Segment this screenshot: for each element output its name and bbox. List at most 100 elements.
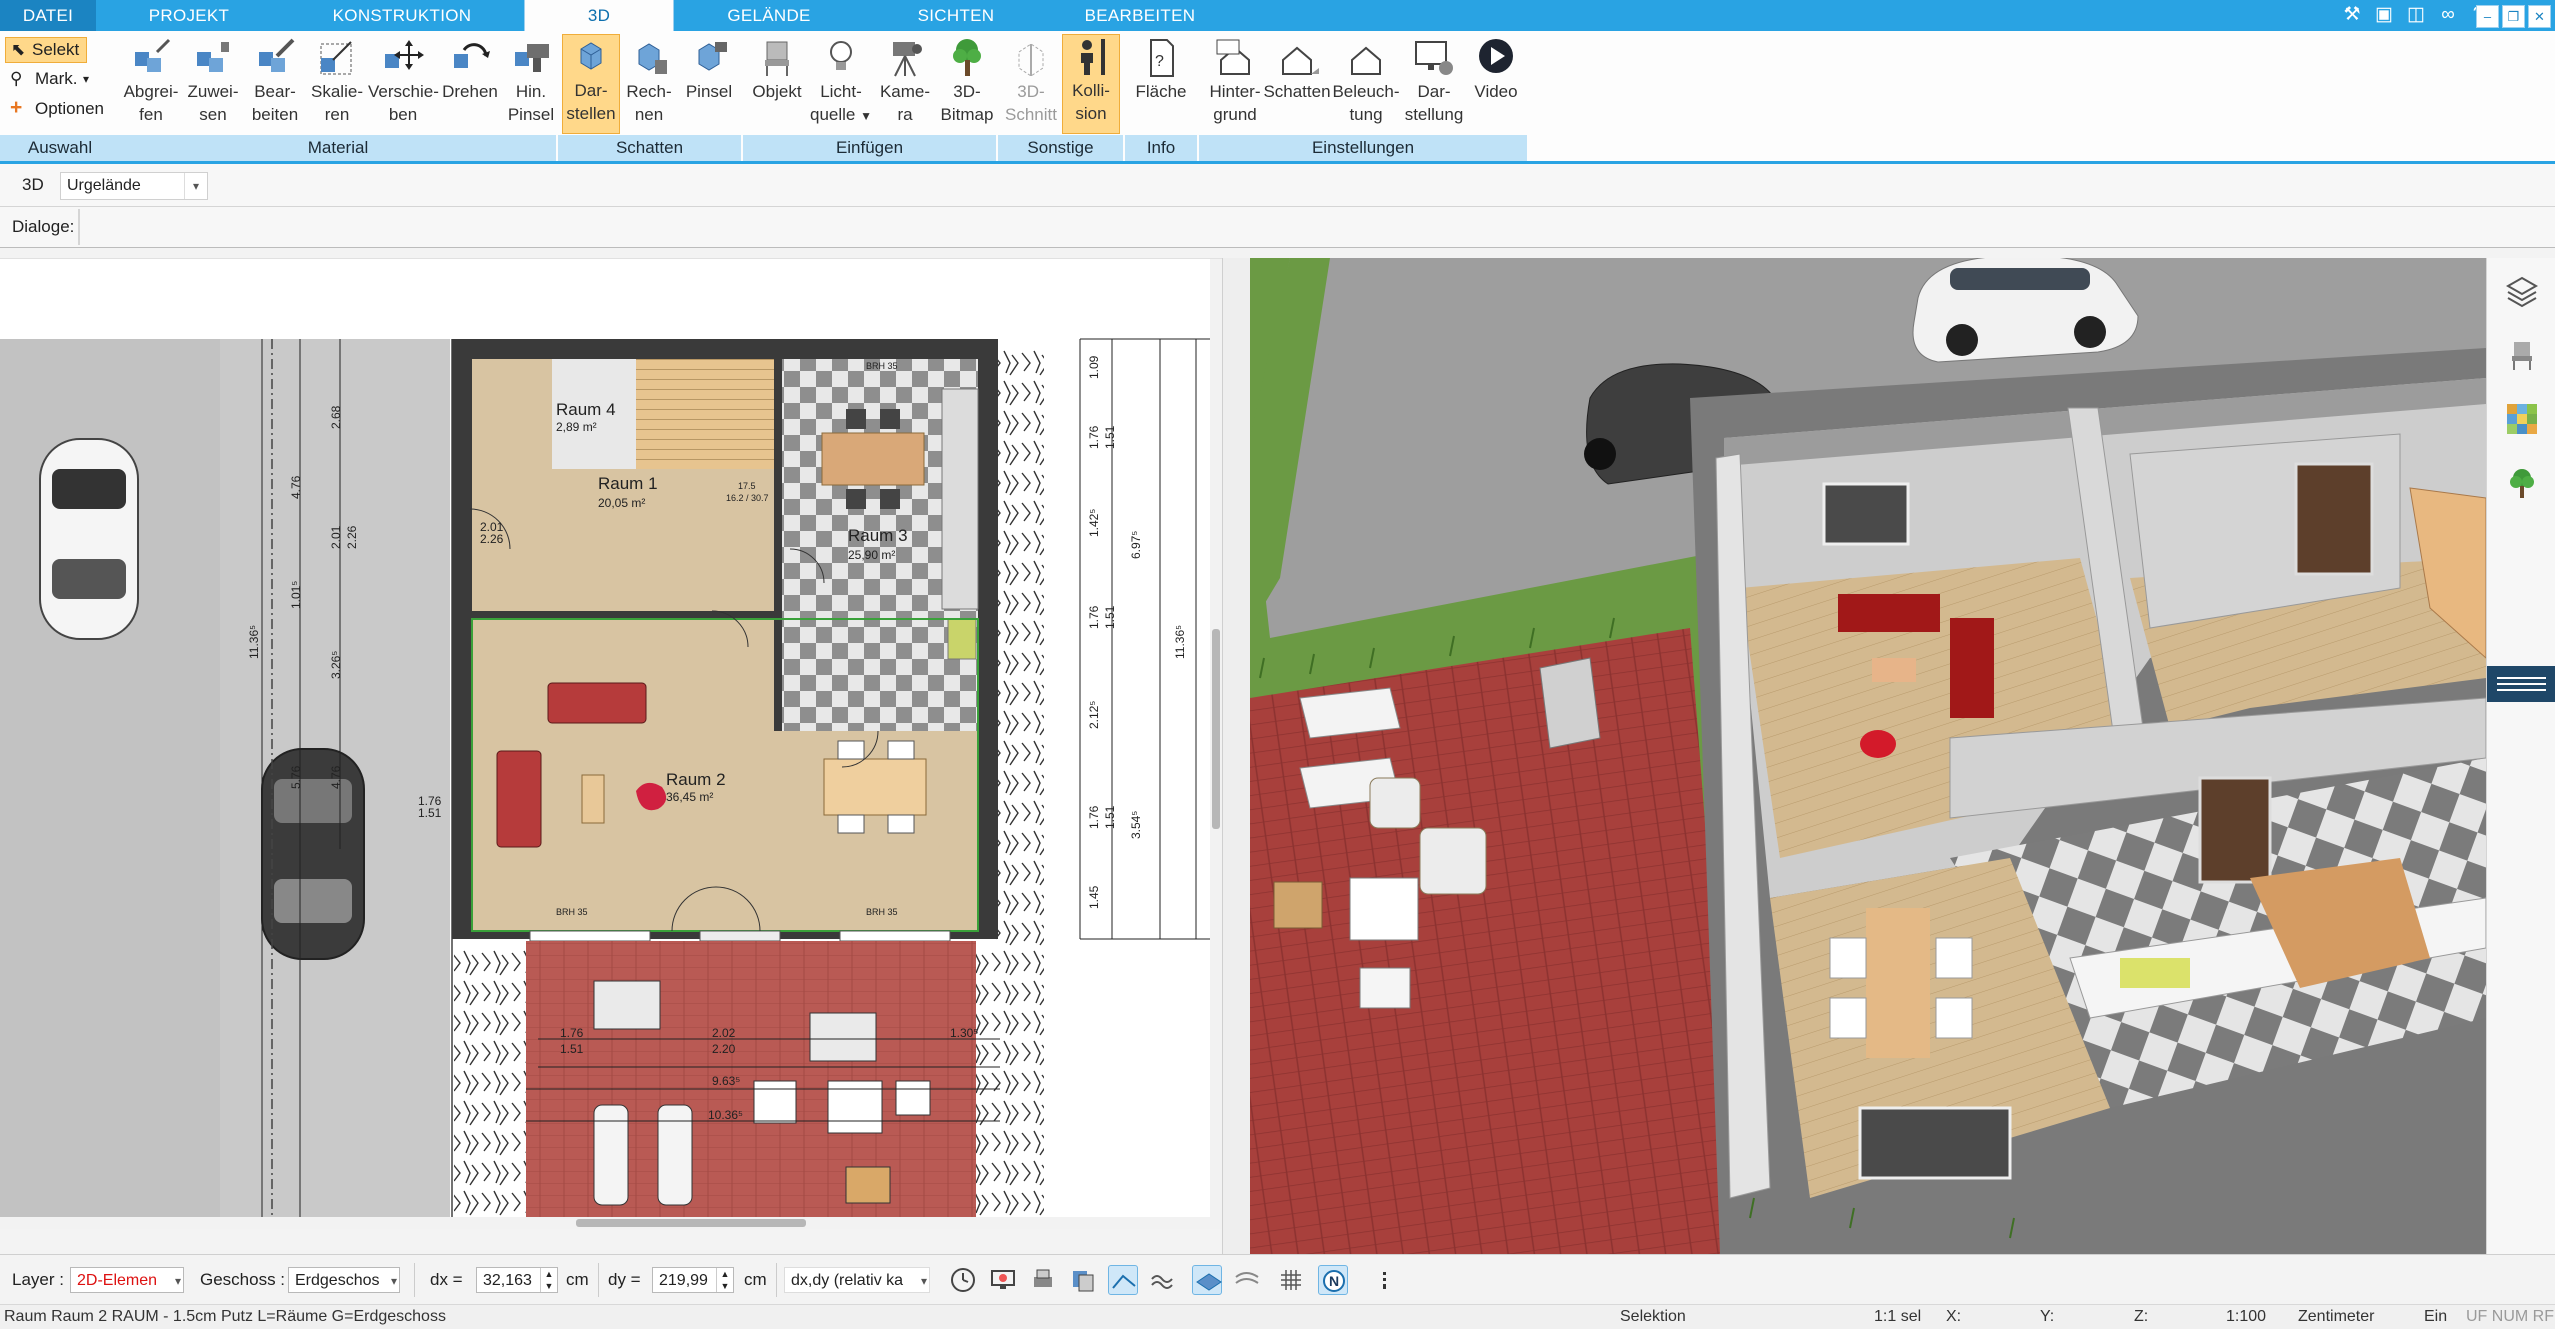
- abgreifen-button[interactable]: Abgrei- fen: [120, 36, 182, 126]
- panel-menu-button[interactable]: [2487, 666, 2555, 702]
- kitchen-counter[interactable]: [941, 388, 979, 610]
- geschoss-select[interactable]: Erdgeschos ▾: [288, 1267, 400, 1293]
- verschieben-button[interactable]: Verschie- ben: [368, 36, 439, 126]
- spinner-icon[interactable]: ▲ ▼: [540, 1268, 557, 1292]
- status-flags: UF NUM RF: [2466, 1308, 2554, 1325]
- 3d-bitmap-button[interactable]: 3D- Bitmap: [936, 36, 998, 126]
- terrain-select[interactable]: Urgelände ▾: [60, 172, 208, 200]
- tools-icon[interactable]: ⚒: [2340, 3, 2364, 27]
- car-3d-1[interactable]: [1912, 258, 2139, 363]
- chair-panel-icon[interactable]: [2505, 338, 2539, 372]
- bearbeiten-button[interactable]: Bear- beiten: [244, 36, 306, 126]
- dining-table-3d[interactable]: [1866, 908, 1930, 1058]
- floor-plan-view[interactable]: Raum 4 2,89 m² Raum 1 20,05 m² Raum 3 25…: [0, 258, 1222, 1229]
- floor-plan-canvas[interactable]: Raum 4 2,89 m² Raum 1 20,05 m² Raum 3 25…: [0, 259, 1222, 1229]
- tab-sichten[interactable]: SICHTEN: [864, 0, 1048, 31]
- drehen-button[interactable]: Drehen: [438, 36, 502, 103]
- 3d-view-canvas[interactable]: [1250, 258, 2486, 1254]
- restore-button[interactable]: ❐: [2502, 5, 2525, 28]
- dx-input[interactable]: 32,163 ▲ ▼: [476, 1267, 558, 1293]
- copy-icon[interactable]: [1068, 1265, 1098, 1295]
- grid-icon[interactable]: [1276, 1265, 1306, 1295]
- edit-material-icon: [259, 38, 295, 72]
- minimize-button[interactable]: –: [2476, 5, 2499, 28]
- darstellen-button[interactable]: Dar- stellen: [562, 34, 620, 134]
- side-table[interactable]: [581, 774, 605, 824]
- kollision-button[interactable]: Kolli- sion: [1062, 34, 1120, 134]
- more-icon[interactable]: [1370, 1265, 1400, 1295]
- print-icon[interactable]: [1028, 1265, 1058, 1295]
- mark-button[interactable]: ⚲ Mark. ▾: [5, 67, 95, 91]
- terrace-sofa[interactable]: [809, 1012, 877, 1062]
- layer-select[interactable]: 2D-Elemen ▾: [70, 1267, 184, 1293]
- close-button[interactable]: ✕: [2528, 5, 2551, 28]
- terrace-chair[interactable]: [845, 1166, 891, 1204]
- sunbed-2[interactable]: [657, 1104, 693, 1206]
- plan-hscroll-thumb[interactable]: [576, 1219, 806, 1227]
- schatten-pinsel-button[interactable]: Pinsel: [680, 36, 738, 103]
- dy-input[interactable]: 219,99 ▲ ▼: [652, 1267, 734, 1293]
- objekt-label-1: Objekt: [752, 82, 802, 101]
- 3d-schnitt-button[interactable]: 3D- Schnitt: [1002, 36, 1060, 126]
- plant-panel-icon[interactable]: [2505, 466, 2539, 500]
- car-top-2[interactable]: [261, 748, 365, 960]
- tab-bearbeiten[interactable]: BEARBEITEN: [1048, 0, 1232, 31]
- beach-chair-3d[interactable]: [1539, 657, 1601, 749]
- garden-table-3d[interactable]: [1349, 877, 1419, 941]
- spinner-icon[interactable]: ▲ ▼: [716, 1268, 733, 1292]
- beleuchtung-button[interactable]: Beleuch- tung: [1330, 36, 1402, 126]
- terrace-bench[interactable]: [593, 980, 661, 1030]
- move-icon: [385, 40, 424, 70]
- lichtquelle-button[interactable]: Licht- quelle ▼: [810, 36, 872, 128]
- dining-table[interactable]: [823, 758, 927, 816]
- hatch-icon[interactable]: [1232, 1265, 1262, 1295]
- plan-vscroll-thumb[interactable]: [1212, 629, 1220, 829]
- skalieren-button[interactable]: Skalie- ren: [306, 36, 368, 126]
- clock-icon[interactable]: [948, 1265, 978, 1295]
- tab-konstruktion[interactable]: KONSTRUKTION: [282, 0, 522, 31]
- tab-projekt[interactable]: PROJEKT: [96, 0, 282, 31]
- video-button[interactable]: Video: [1468, 36, 1524, 103]
- zuweisen-button[interactable]: Zuwei- sen: [182, 36, 244, 126]
- kitchen-table[interactable]: [821, 432, 925, 486]
- glasses-icon[interactable]: ∞: [2436, 3, 2460, 27]
- screen-icon[interactable]: [988, 1265, 1018, 1295]
- sofa-3d[interactable]: [1838, 594, 1940, 632]
- car-top-1[interactable]: [39, 438, 139, 640]
- rechnen-button[interactable]: Rech- nen: [620, 36, 678, 126]
- sunbed-1[interactable]: [593, 1104, 629, 1206]
- armchair[interactable]: [496, 750, 542, 848]
- 3d-bitmap-label-2: Bitmap: [940, 105, 994, 124]
- flaeche-button[interactable]: ? Fläche: [1128, 36, 1194, 103]
- objekt-button[interactable]: Objekt: [746, 36, 808, 103]
- optionen-button[interactable]: + Optionen: [5, 96, 111, 121]
- tab-datei[interactable]: DATEI: [0, 0, 96, 31]
- schatten-settings-button[interactable]: Schatten: [1262, 36, 1332, 103]
- darstellung-button[interactable]: Dar- stellung: [1402, 36, 1466, 126]
- selekt-button[interactable]: ⬉ Selekt: [5, 37, 87, 63]
- dialoge-label: Dialoge:: [12, 217, 75, 236]
- door-3d[interactable]: [2294, 462, 2374, 576]
- tab-3d[interactable]: 3D: [524, 0, 674, 33]
- chevron-down-icon: ▾: [184, 173, 207, 199]
- stairs[interactable]: [636, 359, 774, 469]
- snap-line-icon[interactable]: [1108, 1265, 1138, 1295]
- hin-pinsel-button[interactable]: Hin. Pinsel: [502, 36, 560, 126]
- 3d-view[interactable]: [1250, 258, 2486, 1254]
- layers-icon[interactable]: [2505, 274, 2539, 308]
- dim-bottom-4: 1.30⁵: [950, 1026, 978, 1040]
- hintergrund-button[interactable]: Hinter- grund: [1200, 36, 1270, 126]
- kitchen-appliance[interactable]: [947, 618, 977, 660]
- north-icon[interactable]: N: [1318, 1265, 1348, 1295]
- plane-icon[interactable]: [1192, 1265, 1222, 1295]
- sofa[interactable]: [547, 682, 647, 724]
- coordinate-mode-select[interactable]: dx,dy (relativ ka ▾: [784, 1267, 930, 1293]
- window-icon[interactable]: ▣: [2372, 3, 2396, 27]
- tile-icon[interactable]: ◫: [2404, 3, 2428, 27]
- kamera-button[interactable]: Kame- ra: [874, 36, 936, 126]
- armchair-3d[interactable]: [1950, 618, 1994, 718]
- material-palette-icon[interactable]: [2505, 402, 2539, 436]
- tab-gelaende[interactable]: GELÄNDE: [674, 0, 864, 31]
- pane-splitter[interactable]: [1222, 258, 1252, 1254]
- wave-icon[interactable]: [1148, 1265, 1178, 1295]
